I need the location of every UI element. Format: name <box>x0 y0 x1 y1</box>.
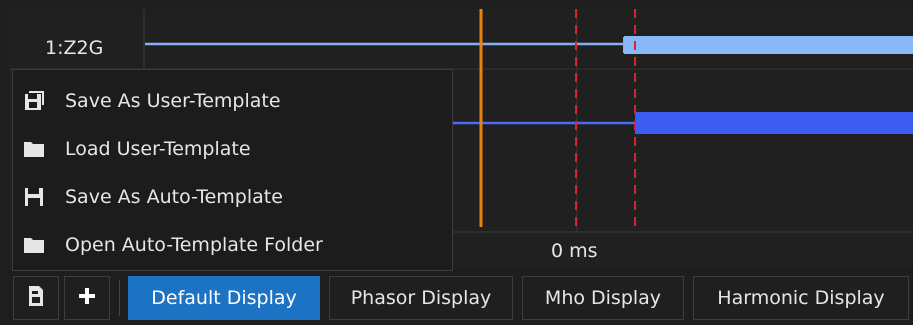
tab-phasor-display[interactable]: Phasor Display <box>329 276 513 320</box>
menu-item-open-auto-template-folder[interactable]: Open Auto-Template Folder <box>13 222 452 268</box>
waveform-viewer: 1:Z2G 0 ms Save As User-Template Load Us… <box>0 0 913 325</box>
add-display-button[interactable] <box>64 276 110 320</box>
document-icon <box>26 285 46 312</box>
folder-icon <box>23 138 45 160</box>
tab-harmonic-display[interactable]: Harmonic Display <box>693 276 909 320</box>
tab-mho-display[interactable]: Mho Display <box>522 276 684 320</box>
template-context-menu: Save As User-Template Load User-Template… <box>12 69 453 271</box>
menu-item-save-as-user-template[interactable]: Save As User-Template <box>13 78 452 124</box>
menu-item-label: Save As Auto-Template <box>65 186 283 208</box>
folder-icon <box>23 234 45 256</box>
trace-z2g-high <box>624 36 913 54</box>
save-as-icon <box>23 90 45 112</box>
menu-item-load-user-template[interactable]: Load User-Template <box>13 126 452 172</box>
menu-item-label: Save As User-Template <box>65 90 281 112</box>
trace-ch2-high <box>635 112 913 134</box>
template-menu-button[interactable] <box>13 276 59 320</box>
menu-item-save-as-auto-template[interactable]: Save As Auto-Template <box>13 174 452 220</box>
menu-item-label: Load User-Template <box>65 138 251 160</box>
channel-label[interactable]: 1:Z2G <box>45 37 103 59</box>
save-icon <box>23 186 45 208</box>
tab-default-display[interactable]: Default Display <box>128 276 320 320</box>
toolbar-divider <box>119 280 120 316</box>
menu-item-label: Open Auto-Template Folder <box>65 234 323 256</box>
plus-icon <box>78 287 96 310</box>
bottom-toolbar: Default Display Phasor Display Mho Displ… <box>9 270 913 323</box>
time-axis-label: 0 ms <box>551 240 598 262</box>
